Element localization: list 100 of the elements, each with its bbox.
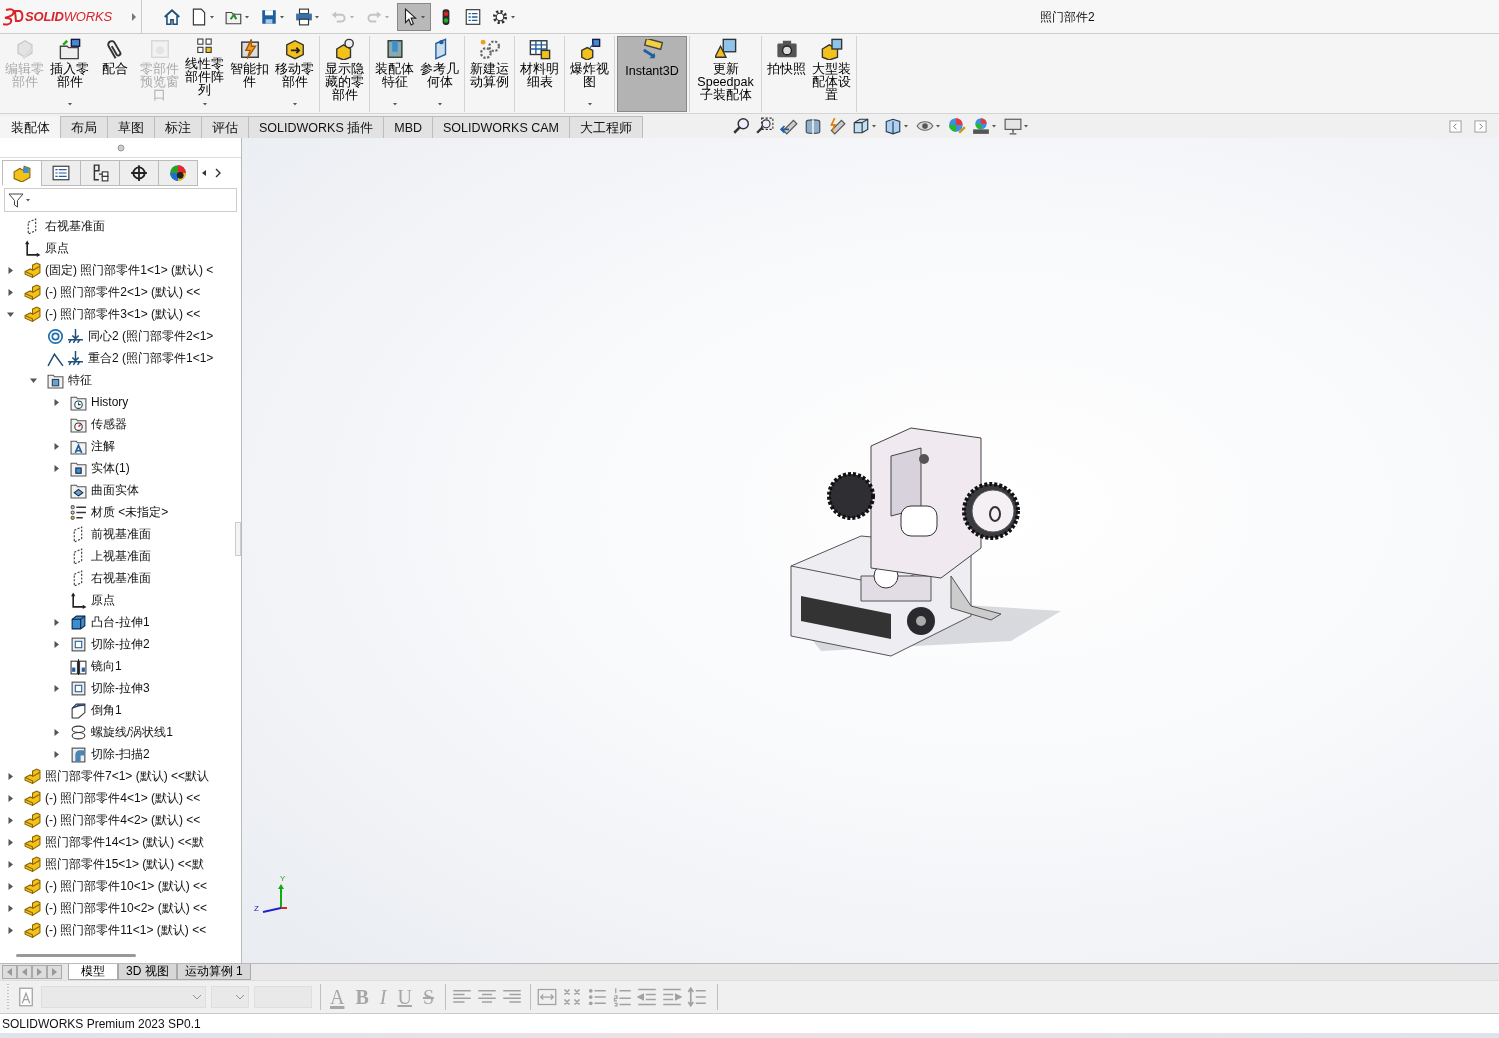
filter-icon[interactable] (8, 192, 24, 208)
tree-item[interactable]: 曲面实体 (4, 479, 232, 501)
tree-item[interactable]: 凸台-拉伸1 (4, 611, 232, 633)
origin-icon (70, 591, 87, 609)
ribbon-button[interactable]: 更新Speedpak子装配体 (692, 36, 759, 112)
panel-tab[interactable] (119, 160, 159, 186)
tab[interactable]: 3D 视图 (118, 964, 177, 980)
tree-item[interactable]: 切除-拉伸2 (4, 633, 232, 655)
tree-item[interactable]: 螺旋线/涡状线1 (4, 721, 232, 743)
dropdown-arrow-icon[interactable] (902, 122, 910, 130)
tree-item[interactable]: (-) 照门部零件10<2> (默认) << (4, 897, 232, 919)
splitter-handle[interactable] (235, 522, 241, 556)
tree-item[interactable]: (固定) 照门部零件1<1> (默认) < (4, 259, 232, 281)
color-ball-pencil-icon[interactable] (948, 117, 966, 135)
ribbon-button[interactable]: 大型装配体设置 (809, 36, 854, 112)
tree-item[interactable]: 切除-扫描2 (4, 743, 232, 765)
tree-item[interactable]: 右视基准面 (4, 567, 232, 589)
ribbon-button[interactable]: 插入零部件 (47, 36, 92, 112)
tab[interactable]: 评估 (201, 116, 249, 138)
tree-item[interactable]: (-) 照门部零件10<1> (默认) << (4, 875, 232, 897)
tree-item[interactable]: (-) 照门部零件3<1> (默认) << (4, 303, 232, 325)
scroll-right-icon[interactable] (214, 168, 222, 178)
tree-item[interactable]: (-) 照门部零件11<1> (默认) << (4, 919, 232, 941)
block-icon (24, 789, 41, 807)
tab[interactable]: 大工程师 (569, 116, 643, 138)
grip-icon[interactable] (116, 143, 125, 152)
chevron-down-icon[interactable] (192, 993, 202, 1001)
printer-icon[interactable] (295, 7, 313, 26)
tree-item[interactable]: 同心2 (照门部零件2<1> (4, 325, 232, 347)
magnifier-icon[interactable] (732, 117, 750, 135)
zoom-area-icon[interactable] (756, 117, 774, 135)
list-icon[interactable] (464, 7, 482, 26)
scroll-left-icon[interactable] (200, 168, 208, 178)
dropdown-arrow-icon[interactable] (990, 122, 998, 130)
tree-item[interactable]: 传感器 (4, 413, 232, 435)
shaded-cube-icon[interactable] (884, 117, 902, 135)
ribbon-button[interactable]: 新建运动算例 (467, 36, 512, 112)
tree-item[interactable]: 原点 (4, 589, 232, 611)
tab[interactable]: SOLIDWORKS 插件 (248, 116, 385, 138)
ribbon-button[interactable]: 爆炸视图 (567, 36, 612, 112)
ribbon-button[interactable]: 配合 (92, 36, 137, 112)
dropdown-arrow-icon[interactable] (934, 122, 942, 130)
home-icon[interactable] (163, 7, 181, 26)
annotation-view-icon[interactable] (828, 117, 846, 135)
panel-tab[interactable] (41, 160, 81, 186)
cube-icon[interactable] (852, 117, 870, 135)
tree-item[interactable]: 实体(1) (4, 457, 232, 479)
chevron-down-icon[interactable] (235, 993, 245, 1001)
tab[interactable]: 运动算例 1 (176, 964, 251, 980)
tree-item[interactable]: 右视基准面 (4, 215, 232, 237)
dropdown-arrow-icon[interactable] (1022, 122, 1030, 130)
tree-item[interactable]: 上视基准面 (4, 545, 232, 567)
ribbon-button[interactable]: 线性零部件阵列 (182, 36, 227, 112)
tree-item[interactable]: 倒角1 (4, 699, 232, 721)
ribbon-button[interactable]: 移动零部件 (272, 36, 317, 112)
tree-item[interactable]: 切除-拉伸3 (4, 677, 232, 699)
scrollbar-thumb[interactable] (16, 954, 136, 957)
tree-item[interactable]: 照门部零件7<1> (默认) <<默认 (4, 765, 232, 787)
expand-arrow-icon[interactable] (130, 11, 138, 22)
tab[interactable]: MBD (383, 116, 433, 138)
tab[interactable]: 标注 (154, 116, 202, 138)
tree-item[interactable]: 原点 (4, 237, 232, 259)
tree-item[interactable]: 注解 (4, 435, 232, 457)
ribbon-button[interactable]: 装配体特征 (372, 36, 417, 112)
tab[interactable]: 布局 (60, 116, 108, 138)
tree-item[interactable]: (-) 照门部零件2<1> (默认) << (4, 281, 232, 303)
tab[interactable]: 模型 (68, 964, 118, 980)
toolbar-grip-icon[interactable] (6, 983, 10, 1011)
ribbon-button[interactable]: 材料明细表 (517, 36, 562, 112)
tree-item[interactable]: 前视基准面 (4, 523, 232, 545)
monitor-icon[interactable] (1004, 117, 1022, 135)
dropdown-arrow-icon[interactable] (870, 122, 878, 130)
dropdown-arrow-icon[interactable] (24, 196, 32, 204)
new-document-icon[interactable] (190, 7, 208, 26)
tree-item[interactable]: 照门部零件14<1> (默认) <<默 (4, 831, 232, 853)
panel-tab[interactable] (158, 160, 198, 186)
panel-expand-icon[interactable] (1474, 119, 1487, 133)
tree-item[interactable]: 照门部零件15<1> (默认) <<默 (4, 853, 232, 875)
panel-collapse-icon[interactable] (1449, 119, 1462, 133)
save-icon[interactable] (260, 7, 278, 26)
tree-item[interactable]: History (4, 391, 232, 413)
section-view-icon[interactable] (804, 117, 822, 135)
ribbon-button[interactable]: 智能扣件 (227, 36, 272, 112)
ribbon-button[interactable]: Instant3D (617, 36, 687, 112)
color-ball-floor-icon[interactable] (972, 117, 990, 135)
tree-item[interactable]: 镜向1 (4, 655, 232, 677)
ribbon-button[interactable]: 显示隐藏的零部件 (322, 36, 367, 112)
tree-item[interactable]: 重合2 (照门部零件1<1> (4, 347, 232, 369)
tree-item[interactable]: 材质 <未指定> (4, 501, 232, 523)
panel-tab[interactable] (80, 160, 120, 186)
tree-item[interactable]: 特征 (4, 369, 232, 391)
ribbon-button[interactable]: 参考几何体 (417, 36, 462, 112)
tab[interactable]: 装配体 (0, 116, 61, 138)
tree-item[interactable]: (-) 照门部零件4<1> (默认) << (4, 787, 232, 809)
tab[interactable]: SOLIDWORKS CAM (432, 116, 570, 138)
ribbon-button[interactable]: 拍快照 (764, 36, 809, 112)
tab[interactable]: 草图 (107, 116, 155, 138)
tree-item[interactable]: (-) 照门部零件4<2> (默认) << (4, 809, 232, 831)
settings-icon[interactable] (491, 7, 509, 26)
toolbar-button[interactable] (397, 2, 431, 31)
